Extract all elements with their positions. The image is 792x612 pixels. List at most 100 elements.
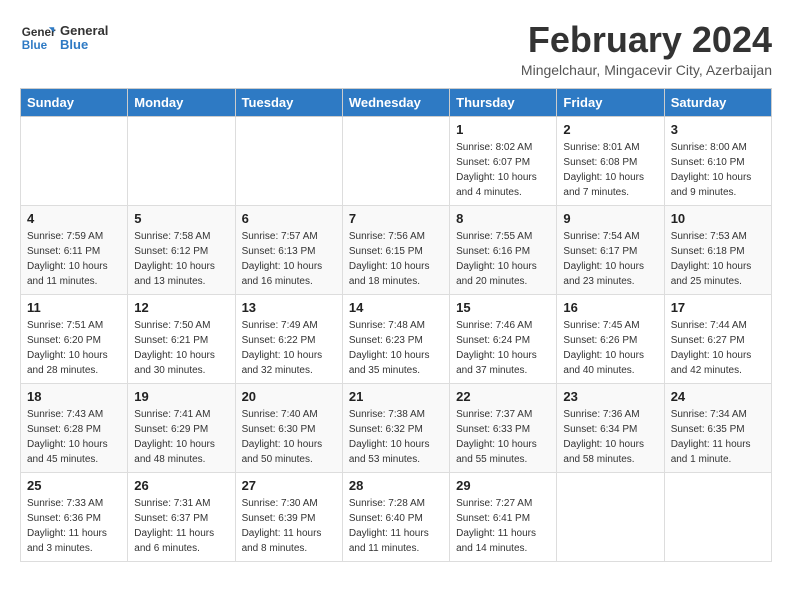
day-info: Sunrise: 7:48 AMSunset: 6:23 PMDaylight:… <box>349 318 443 378</box>
day-info: Sunrise: 7:49 AMSunset: 6:22 PMDaylight:… <box>242 318 336 378</box>
col-friday: Friday <box>557 88 664 116</box>
day-number: 21 <box>349 389 443 404</box>
day-number: 14 <box>349 300 443 315</box>
day-number: 9 <box>563 211 657 226</box>
calendar-cell: 3Sunrise: 8:00 AMSunset: 6:10 PMDaylight… <box>664 116 771 205</box>
day-number: 10 <box>671 211 765 226</box>
day-number: 12 <box>134 300 228 315</box>
day-number: 7 <box>349 211 443 226</box>
calendar-cell: 26 Sunrise: 7:31 AMSunset: 6:37 PMDayligh… <box>128 472 235 561</box>
calendar-cell <box>21 116 128 205</box>
calendar-cell: 12 Sunrise: 7:50 AMSunset: 6:21 PMDayligh… <box>128 294 235 383</box>
month-title: February 2024 <box>521 20 772 60</box>
day-number: 16 <box>563 300 657 315</box>
calendar-cell: 22Sunrise: 7:37 AMSunset: 6:33 PMDayligh… <box>450 383 557 472</box>
calendar-cell: 14 Sunrise: 7:48 AMSunset: 6:23 PMDayligh… <box>342 294 449 383</box>
calendar-table: Sunday Monday Tuesday Wednesday Thursday… <box>20 88 772 562</box>
calendar-cell: 1Sunrise: 8:02 AMSunset: 6:07 PMDaylight… <box>450 116 557 205</box>
calendar-cell <box>664 472 771 561</box>
col-monday: Monday <box>128 88 235 116</box>
calendar-cell: 28 Sunrise: 7:28 AMSunset: 6:40 PMDayligh… <box>342 472 449 561</box>
day-info: Sunrise: 7:55 AMSunset: 6:16 PMDaylight:… <box>456 229 550 289</box>
day-info: Sunrise: 7:56 AMSunset: 6:15 PMDaylight:… <box>349 229 443 289</box>
calendar-week-row: 11 Sunrise: 7:51 AMSunset: 6:20 PMDayligh… <box>21 294 772 383</box>
day-info: Sunrise: 7:51 AMSunset: 6:20 PMDaylight:… <box>27 318 121 378</box>
calendar-cell: 4 Sunrise: 7:59 AMSunset: 6:11 PMDaylight… <box>21 205 128 294</box>
calendar-cell: 10 Sunrise: 7:53 AMSunset: 6:18 PMDayligh… <box>664 205 771 294</box>
day-number: 22 <box>456 389 550 404</box>
day-info: Sunrise: 7:43 AMSunset: 6:28 PMDaylight:… <box>27 407 121 467</box>
day-number: 3 <box>671 122 765 137</box>
calendar-cell: 18Sunrise: 7:43 AMSunset: 6:28 PMDayligh… <box>21 383 128 472</box>
day-info: Sunrise: 7:44 AMSunset: 6:27 PMDaylight:… <box>671 318 765 378</box>
day-info: Sunrise: 8:01 AMSunset: 6:08 PMDaylight:… <box>563 140 657 200</box>
day-info: Sunrise: 8:02 AMSunset: 6:07 PMDaylight:… <box>456 140 550 200</box>
day-number: 27 <box>242 478 336 493</box>
calendar-cell: 7 Sunrise: 7:56 AMSunset: 6:15 PMDaylight… <box>342 205 449 294</box>
calendar-week-row: 25Sunrise: 7:33 AMSunset: 6:36 PMDayligh… <box>21 472 772 561</box>
day-info: Sunrise: 7:30 AMSunset: 6:39 PMDaylight:… <box>242 496 336 556</box>
calendar-cell: 8 Sunrise: 7:55 AMSunset: 6:16 PMDaylight… <box>450 205 557 294</box>
logo: General Blue General Blue <box>20 20 108 56</box>
day-info: Sunrise: 7:53 AMSunset: 6:18 PMDaylight:… <box>671 229 765 289</box>
col-tuesday: Tuesday <box>235 88 342 116</box>
calendar-cell: 24 Sunrise: 7:34 AMSunset: 6:35 PMDayligh… <box>664 383 771 472</box>
day-number: 6 <box>242 211 336 226</box>
title-section: February 2024 Mingelchaur, Mingacevir Ci… <box>521 20 772 78</box>
day-number: 19 <box>134 389 228 404</box>
calendar-cell: 23Sunrise: 7:36 AMSunset: 6:34 PMDayligh… <box>557 383 664 472</box>
day-number: 15 <box>456 300 550 315</box>
day-info: Sunrise: 7:38 AMSunset: 6:32 PMDaylight:… <box>349 407 443 467</box>
day-info: Sunrise: 7:40 AMSunset: 6:30 PMDaylight:… <box>242 407 336 467</box>
day-info: Sunrise: 7:46 AMSunset: 6:24 PMDaylight:… <box>456 318 550 378</box>
calendar-cell: 16 Sunrise: 7:45 AMSunset: 6:26 PMDayligh… <box>557 294 664 383</box>
logo-blue: Blue <box>60 38 108 52</box>
day-info: Sunrise: 7:27 AMSunset: 6:41 PMDaylight:… <box>456 496 550 556</box>
day-info: Sunrise: 7:59 AMSunset: 6:11 PMDaylight:… <box>27 229 121 289</box>
day-info: Sunrise: 7:31 AMSunset: 6:37 PMDaylight:… <box>134 496 228 556</box>
calendar-cell: 13 Sunrise: 7:49 AMSunset: 6:22 PMDayligh… <box>235 294 342 383</box>
calendar-cell: 19 Sunrise: 7:41 AMSunset: 6:29 PMDayligh… <box>128 383 235 472</box>
col-saturday: Saturday <box>664 88 771 116</box>
day-info: Sunrise: 7:58 AMSunset: 6:12 PMDaylight:… <box>134 229 228 289</box>
svg-text:Blue: Blue <box>22 39 48 52</box>
day-info: Sunrise: 7:28 AMSunset: 6:40 PMDaylight:… <box>349 496 443 556</box>
calendar-cell: 2Sunrise: 8:01 AMSunset: 6:08 PMDaylight… <box>557 116 664 205</box>
logo-icon: General Blue <box>20 20 56 56</box>
calendar-week-row: 1Sunrise: 8:02 AMSunset: 6:07 PMDaylight… <box>21 116 772 205</box>
day-number: 4 <box>27 211 121 226</box>
calendar-cell: 9Sunrise: 7:54 AMSunset: 6:17 PMDaylight… <box>557 205 664 294</box>
day-info: Sunrise: 7:33 AMSunset: 6:36 PMDaylight:… <box>27 496 121 556</box>
col-thursday: Thursday <box>450 88 557 116</box>
day-number: 24 <box>671 389 765 404</box>
calendar-body: 1Sunrise: 8:02 AMSunset: 6:07 PMDaylight… <box>21 116 772 561</box>
calendar-cell: 27 Sunrise: 7:30 AMSunset: 6:39 PMDayligh… <box>235 472 342 561</box>
day-number: 11 <box>27 300 121 315</box>
calendar-cell: 29 Sunrise: 7:27 AMSunset: 6:41 PMDayligh… <box>450 472 557 561</box>
calendar-cell <box>128 116 235 205</box>
calendar-cell: 25Sunrise: 7:33 AMSunset: 6:36 PMDayligh… <box>21 472 128 561</box>
calendar-cell: 17 Sunrise: 7:44 AMSunset: 6:27 PMDayligh… <box>664 294 771 383</box>
day-info: Sunrise: 7:34 AMSunset: 6:35 PMDaylight:… <box>671 407 765 467</box>
calendar-cell: 21 Sunrise: 7:38 AMSunset: 6:32 PMDayligh… <box>342 383 449 472</box>
day-info: Sunrise: 7:45 AMSunset: 6:26 PMDaylight:… <box>563 318 657 378</box>
calendar-cell <box>235 116 342 205</box>
day-number: 13 <box>242 300 336 315</box>
day-number: 8 <box>456 211 550 226</box>
day-number: 28 <box>349 478 443 493</box>
calendar-week-row: 4 Sunrise: 7:59 AMSunset: 6:11 PMDaylight… <box>21 205 772 294</box>
calendar-cell: 15 Sunrise: 7:46 AMSunset: 6:24 PMDayligh… <box>450 294 557 383</box>
day-number: 5 <box>134 211 228 226</box>
day-info: Sunrise: 7:41 AMSunset: 6:29 PMDaylight:… <box>134 407 228 467</box>
day-number: 29 <box>456 478 550 493</box>
page-header: General Blue General Blue February 2024 … <box>20 20 772 78</box>
calendar-week-row: 18Sunrise: 7:43 AMSunset: 6:28 PMDayligh… <box>21 383 772 472</box>
logo-general: General <box>60 24 108 38</box>
day-number: 17 <box>671 300 765 315</box>
day-number: 26 <box>134 478 228 493</box>
location: Mingelchaur, Mingacevir City, Azerbaijan <box>521 62 772 78</box>
day-info: Sunrise: 7:50 AMSunset: 6:21 PMDaylight:… <box>134 318 228 378</box>
day-number: 23 <box>563 389 657 404</box>
day-info: Sunrise: 7:57 AMSunset: 6:13 PMDaylight:… <box>242 229 336 289</box>
calendar-cell: 6 Sunrise: 7:57 AMSunset: 6:13 PMDaylight… <box>235 205 342 294</box>
